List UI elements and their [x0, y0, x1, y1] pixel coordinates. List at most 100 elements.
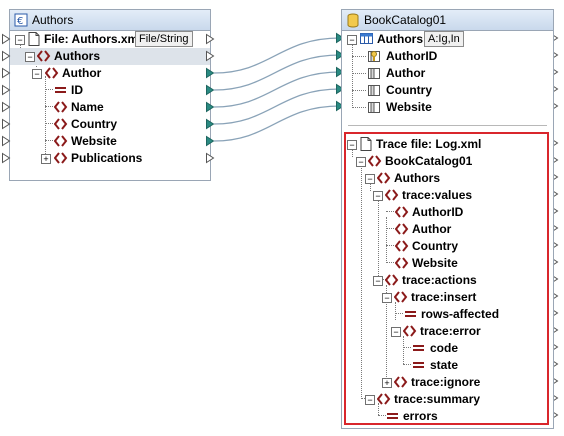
database-icon — [347, 13, 359, 28]
collapse-toggle[interactable]: − — [373, 191, 383, 201]
output-connector[interactable] — [206, 68, 214, 78]
mapping-line[interactable] — [213, 71, 341, 108]
element-icon — [395, 223, 408, 235]
mapping-line[interactable] — [213, 54, 341, 91]
trace-row-value-website[interactable]: Website — [342, 255, 553, 272]
expand-toggle[interactable]: + — [382, 378, 392, 388]
column-icon — [368, 85, 380, 96]
trace-row-error[interactable]: − trace:error — [342, 323, 553, 340]
column-label: AuthorID — [386, 49, 438, 63]
input-connector[interactable] — [2, 51, 10, 61]
section-divider — [348, 125, 547, 126]
element-icon — [403, 325, 416, 337]
output-connector[interactable] — [206, 119, 214, 129]
column-label: Country — [386, 83, 432, 97]
trace-row-authors[interactable]: − Authors — [342, 170, 553, 187]
tree-label: trace:ignore — [411, 375, 481, 389]
collapse-toggle[interactable]: − — [356, 157, 366, 167]
trace-row-value-author[interactable]: Author — [342, 221, 553, 238]
trace-row-rows-affected[interactable]: rows-affected — [342, 306, 553, 323]
component-title: BookCatalog01 — [364, 13, 447, 27]
column-row-country[interactable]: Country — [342, 82, 553, 99]
column-row-website[interactable]: Website — [342, 99, 553, 116]
trace-row-value-country[interactable]: Country — [342, 238, 553, 255]
output-connector[interactable] — [206, 51, 214, 61]
column-row-authorid[interactable]: AuthorID — [342, 48, 553, 65]
collapse-toggle[interactable]: − — [347, 35, 357, 45]
output-connector[interactable] — [206, 34, 214, 44]
trace-row-values[interactable]: − trace:values — [342, 187, 553, 204]
element-icon — [394, 291, 407, 303]
tree-label: Author — [412, 222, 452, 236]
trace-row-value-authorid[interactable]: AuthorID — [342, 204, 553, 221]
output-connector[interactable] — [206, 102, 214, 112]
element-icon — [377, 172, 390, 184]
element-icon — [377, 393, 390, 405]
trace-row-summary[interactable]: − trace:summary — [342, 391, 553, 408]
element-icon — [385, 274, 398, 286]
input-connector[interactable] — [2, 68, 10, 78]
collapse-toggle[interactable]: − — [391, 327, 401, 337]
attribute-icon — [405, 311, 416, 317]
element-icon — [395, 240, 408, 252]
column-icon — [368, 68, 380, 79]
tree-label: Authors — [394, 171, 440, 185]
trace-row-actions[interactable]: − trace:actions — [342, 272, 553, 289]
trace-row-ignore[interactable]: + trace:ignore — [342, 374, 553, 391]
tree-label: trace:actions — [402, 273, 477, 287]
tree-label: trace:values — [402, 188, 473, 202]
tree-label: rows-affected — [421, 307, 500, 321]
tree-label: Website — [412, 256, 458, 270]
tree-label: state — [430, 358, 459, 372]
attribute-icon — [413, 345, 424, 351]
tree-label: trace:summary — [394, 392, 481, 406]
mapping-line[interactable] — [213, 88, 341, 125]
tree-label: trace:insert — [411, 290, 477, 304]
output-connector[interactable] — [206, 153, 214, 163]
mapping-line[interactable] — [213, 37, 341, 74]
bookcatalog-titlebar[interactable]: BookCatalog01 — [342, 10, 553, 31]
attribute-icon — [387, 413, 398, 419]
element-icon — [368, 155, 381, 167]
element-icon — [394, 376, 407, 388]
collapse-toggle[interactable]: − — [373, 276, 383, 286]
trace-row-insert[interactable]: − trace:insert — [342, 289, 553, 306]
tree-label: Country — [412, 239, 458, 253]
collapse-toggle[interactable]: − — [382, 293, 392, 303]
table-icon — [360, 33, 373, 44]
element-icon — [395, 257, 408, 269]
output-connector[interactable] — [206, 85, 214, 95]
trace-file-label: Trace file: Log.xml — [376, 137, 482, 151]
collapse-toggle[interactable]: − — [365, 174, 375, 184]
primary-key-column-icon — [368, 51, 380, 62]
trace-row-errors[interactable]: errors — [342, 408, 553, 425]
bookcatalog-component[interactable]: BookCatalog01 − Authors A:Ig,In AuthorID… — [341, 9, 554, 429]
input-connector[interactable] — [2, 136, 10, 146]
column-label: Website — [386, 100, 432, 114]
input-connector[interactable] — [2, 153, 10, 163]
collapse-toggle[interactable]: − — [347, 140, 357, 150]
collapse-toggle[interactable]: − — [365, 395, 375, 405]
tree-label: errors — [403, 409, 438, 423]
column-label: Author — [386, 66, 426, 80]
input-connector[interactable] — [2, 119, 10, 129]
table-label: Authors — [377, 32, 423, 46]
table-actions-button[interactable]: A:Ig,In — [424, 31, 464, 47]
attribute-icon — [413, 362, 424, 368]
output-connector[interactable] — [206, 136, 214, 146]
tree-label: AuthorID — [412, 205, 464, 219]
input-connector[interactable] — [2, 102, 10, 112]
column-row-author[interactable]: Author — [342, 65, 553, 82]
trace-row-state[interactable]: state — [342, 357, 553, 374]
tree-label: trace:error — [420, 324, 481, 338]
trace-row-root[interactable]: − BookCatalog01 — [342, 153, 553, 170]
trace-file-row[interactable]: − Trace file: Log.xml — [342, 136, 553, 153]
input-connector[interactable] — [2, 85, 10, 95]
trace-row-code[interactable]: code — [342, 340, 553, 357]
tree-label: code — [430, 341, 459, 355]
mapping-line[interactable] — [213, 105, 341, 142]
input-connector[interactable] — [2, 34, 10, 44]
file-icon — [360, 137, 372, 151]
element-icon — [385, 189, 398, 201]
table-row-authors[interactable]: − Authors A:Ig,In — [342, 31, 553, 48]
